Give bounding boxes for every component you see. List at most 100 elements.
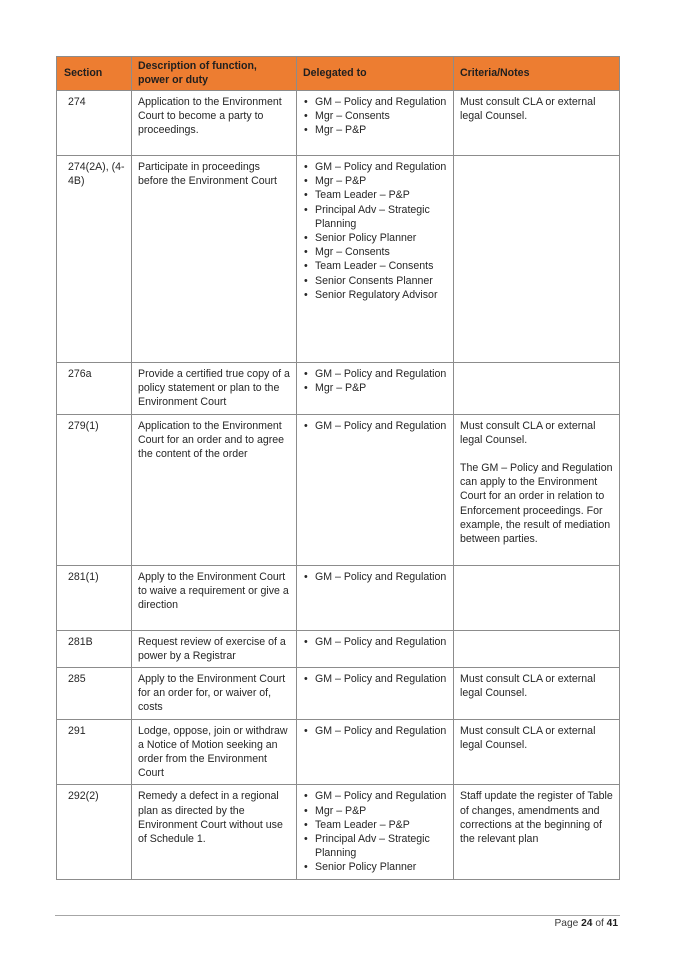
delegate-label: GM – Policy and Regulation — [315, 368, 447, 380]
table-row: 276a Provide a certified true copy of a p… — [56, 362, 620, 415]
cell-section: 279(1) — [56, 413, 132, 566]
cell-criteria-notes — [453, 155, 620, 363]
cell-criteria-notes: Must consult CLA or external legal Couns… — [453, 413, 620, 566]
delegate-item: • Mgr – Consents — [303, 109, 447, 123]
cell-delegated-to: • GM – Policy and Regulation • Mgr – P&P • Te… — [296, 155, 454, 363]
bullet-icon: • — [304, 175, 308, 188]
delegate-item: • Senior Consents Planner — [303, 274, 447, 288]
delegations-table: Section Description of function, power o… — [56, 56, 620, 880]
bullet-icon: • — [304, 382, 308, 395]
bullet-icon: • — [304, 288, 308, 301]
delegate-label: Senior Policy Planner — [315, 232, 417, 245]
delegate-item: • Senior Policy Planner — [303, 860, 447, 874]
delegate-label: Mgr – P&P — [315, 382, 367, 395]
delegate-item: • Mgr – P&P — [303, 381, 447, 395]
delegate-list: • GM – Policy and Regulation — [303, 672, 447, 686]
delegate-list: • GM – Policy and Regulation • Mgr – P&P • Te… — [303, 789, 447, 874]
table-row: 281B Request review of exercise of a powe… — [56, 629, 620, 669]
bullet-icon: • — [304, 861, 308, 874]
bullet-icon: • — [304, 833, 308, 846]
bullet-icon: • — [304, 189, 308, 202]
table-row: 281(1) Apply to the Environment Court to … — [56, 564, 620, 631]
cell-description: Remedy a defect in a regional plan as di… — [131, 784, 297, 880]
footer-divider — [55, 915, 620, 916]
bullet-icon: • — [304, 96, 308, 108]
bullet-icon: • — [304, 673, 308, 686]
delegate-list: • GM – Policy and Regulation — [303, 419, 447, 433]
cell-description: Provide a certified true copy of a polic… — [131, 362, 297, 415]
delegate-list: • GM – Policy and Regulation • Mgr – Consen… — [303, 95, 447, 138]
delegate-label: GM – Policy and Regulation — [315, 96, 447, 108]
note-paragraph: Must consult CLA or external legal Couns… — [460, 724, 596, 751]
page-prefix: Page — [554, 918, 579, 929]
cell-criteria-notes: Staff update the register of Table of ch… — [453, 784, 620, 880]
cell-section: 274(2A), (4-4B) — [56, 155, 132, 363]
delegate-label: Mgr – Consents — [315, 246, 390, 259]
cell-section: 292(2) — [56, 784, 132, 880]
cell-delegated-to: • GM – Policy and Regulation • Mgr – P&P • Te… — [296, 784, 454, 880]
delegate-label: Mgr – Consents — [315, 110, 390, 123]
bullet-icon: • — [304, 419, 308, 432]
bullet-icon: • — [304, 635, 308, 648]
delegate-label: GM – Policy and Regulation — [315, 790, 447, 803]
page-of: of — [595, 918, 604, 929]
note-paragraph: Must consult CLA or external legal Couns… — [460, 419, 596, 446]
cell-section: 276a — [56, 362, 132, 415]
cell-section: 274 — [56, 90, 132, 156]
delegate-list: • GM – Policy and Regulation — [303, 570, 447, 584]
cell-description: Apply to the Environment Court for an or… — [131, 667, 297, 720]
cell-criteria-notes — [453, 564, 620, 631]
cell-criteria-notes: Must consult CLA or external legal Couns… — [453, 718, 620, 786]
delegate-item: • GM – Policy and Regulation — [303, 419, 447, 433]
cell-section: 281B — [56, 629, 132, 669]
bullet-icon: • — [304, 724, 308, 737]
cell-description: Application to the Environment Court to … — [131, 90, 297, 156]
table-row: 285 Apply to the Environment Court for an… — [56, 667, 620, 720]
delegate-label: Senior Policy Planner — [315, 861, 417, 874]
cell-description: Lodge, oppose, join or withdraw a Notice… — [131, 718, 297, 786]
header-row: Section Description of function, power o… — [56, 56, 620, 91]
delegate-item: • GM – Policy and Regulation — [303, 672, 447, 686]
header-delegated-to: Delegated to — [296, 56, 454, 91]
cell-delegated-to: • GM – Policy and Regulation • Mgr – Consen… — [296, 90, 454, 156]
table-row: 274(2A), (4-4B) Participate in proceeding… — [56, 155, 620, 363]
cell-delegated-to: • GM – Policy and Regulation — [296, 564, 454, 631]
cell-section: 285 — [56, 667, 132, 720]
delegate-item: • GM – Policy and Regulation — [303, 367, 447, 381]
delegate-label: Principal Adv – Strategic Planning — [315, 833, 430, 860]
delegate-label: Mgr – P&P — [315, 124, 367, 137]
delegate-item: • GM – Policy and Regulation — [303, 635, 447, 649]
delegate-item: • Senior Regulatory Advisor — [303, 288, 447, 302]
cell-delegated-to: • GM – Policy and Regulation — [296, 413, 454, 566]
bullet-icon: • — [304, 274, 308, 287]
delegate-list: • GM – Policy and Regulation — [303, 724, 447, 738]
table-row: 291 Lodge, oppose, join or withdraw a Not… — [56, 718, 620, 786]
bullet-icon: • — [304, 804, 308, 817]
delegate-list: • GM – Policy and Regulation — [303, 635, 447, 649]
delegate-item: • GM – Policy and Regulation — [303, 570, 447, 584]
bullet-icon: • — [304, 161, 308, 173]
cell-description: Request review of exercise of a power by… — [131, 629, 297, 669]
cell-description: Application to the Environment Court for… — [131, 413, 297, 566]
delegate-item: • Team Leader – Consents — [303, 259, 447, 273]
delegate-item: • GM – Policy and Regulation — [303, 95, 447, 109]
cell-description: Apply to the Environment Court to waive … — [131, 564, 297, 631]
note-paragraph: Must consult CLA or external legal Couns… — [460, 673, 596, 700]
delegate-label: Team Leader – P&P — [315, 189, 410, 202]
delegate-label: Team Leader – Consents — [315, 260, 434, 273]
header-description: Description of function, power or duty — [131, 56, 297, 91]
delegate-label: GM – Policy and Regulation — [315, 724, 447, 737]
bullet-icon: • — [304, 232, 308, 245]
table-row: 274 Application to the Environment Court … — [56, 90, 620, 156]
delegate-item: • Team Leader – P&P — [303, 818, 447, 832]
delegate-item: • Mgr – P&P — [303, 804, 447, 818]
cell-delegated-to: • GM – Policy and Regulation • Mgr – P&P — [296, 362, 454, 415]
table-header: Section Description of function, power o… — [56, 56, 620, 91]
note-paragraph: Staff update the register of Table of ch… — [460, 790, 613, 846]
header-criteria-notes: Criteria/Notes — [453, 56, 620, 91]
header-section: Section — [56, 56, 132, 91]
delegate-item: • GM – Policy and Regulation — [303, 160, 447, 174]
cell-criteria-notes: Must consult CLA or external legal Couns… — [453, 667, 620, 720]
delegate-item: • GM – Policy and Regulation — [303, 789, 447, 803]
cell-delegated-to: • GM – Policy and Regulation — [296, 667, 454, 720]
